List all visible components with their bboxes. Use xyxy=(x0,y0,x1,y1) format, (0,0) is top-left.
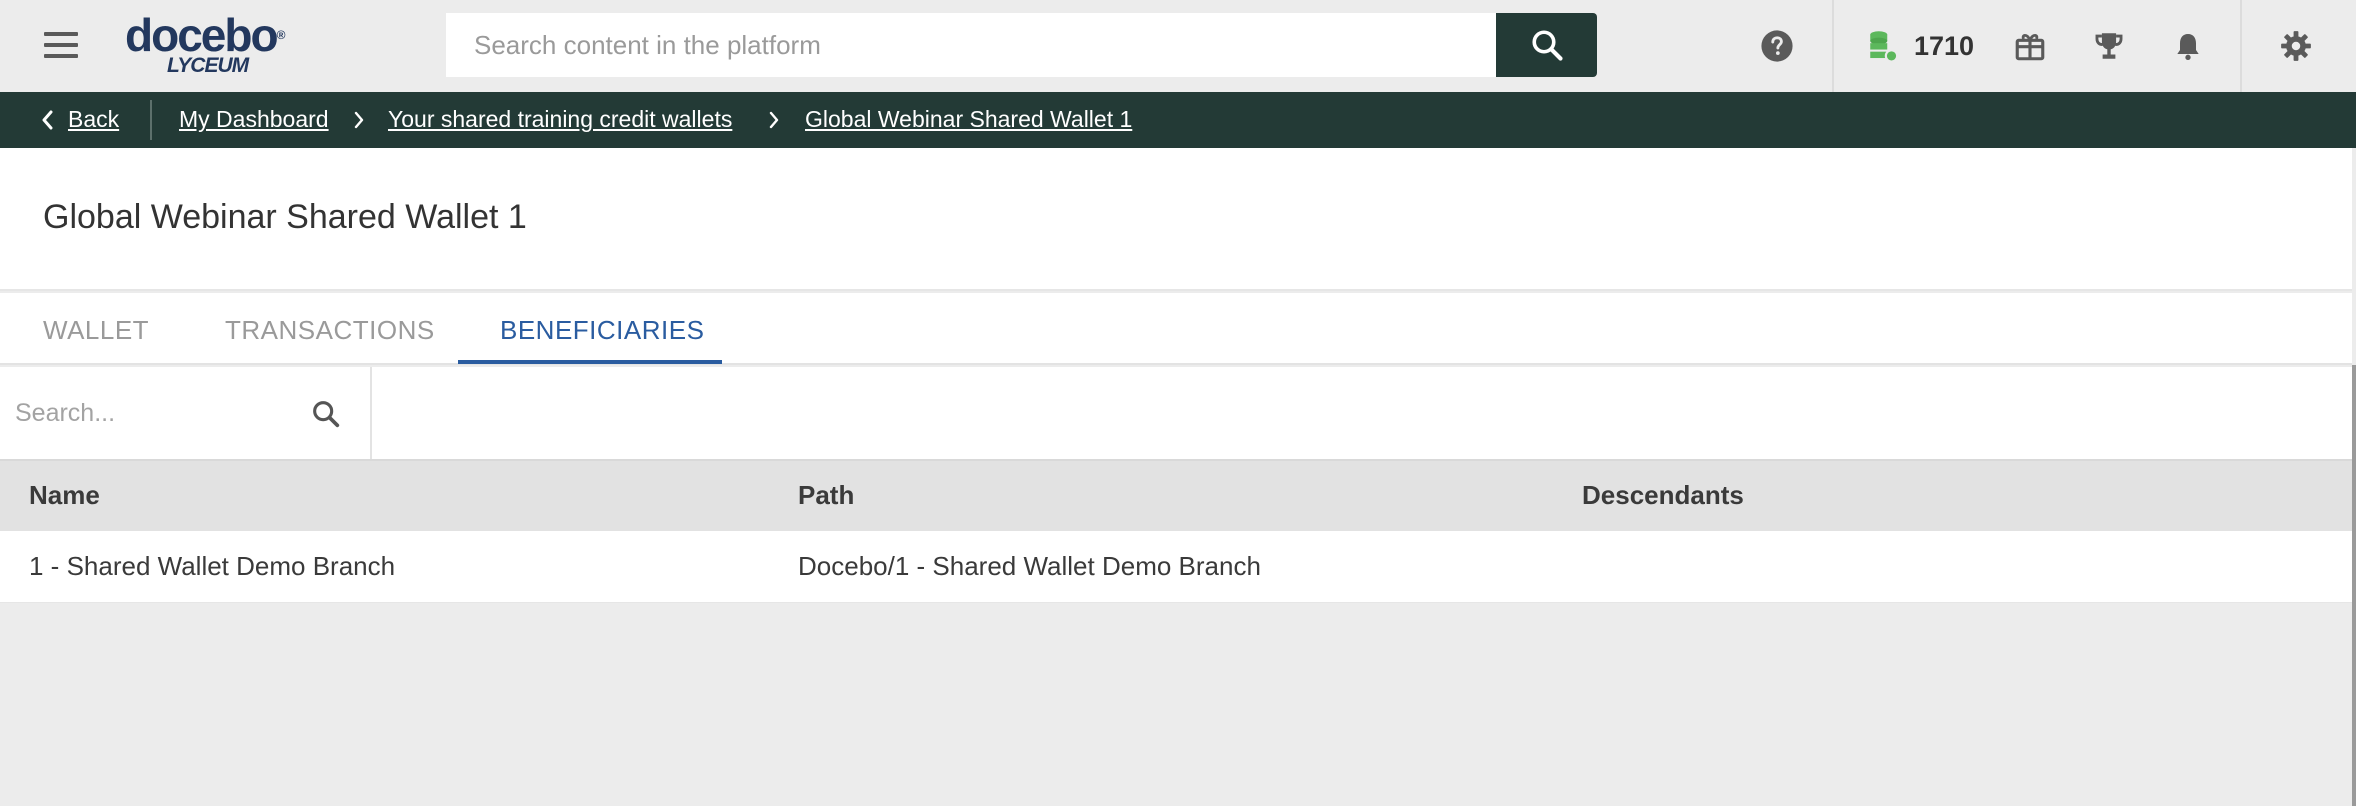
breadcrumb-link-wallets[interactable]: Your shared training credit wallets xyxy=(388,106,732,133)
divider xyxy=(2240,0,2242,92)
settings-icon[interactable] xyxy=(2277,27,2315,65)
title-section: Global Webinar Shared Wallet 1 xyxy=(0,148,2352,291)
beneficiaries-search-input[interactable] xyxy=(15,391,295,435)
breadcrumb-link-current[interactable]: Global Webinar Shared Wallet 1 xyxy=(805,106,1132,133)
table-row[interactable]: 1 - Shared Wallet Demo Branch Docebo/1 -… xyxy=(0,531,2352,603)
notifications-icon[interactable] xyxy=(2169,27,2207,65)
search-icon[interactable] xyxy=(309,397,343,431)
top-header: docebo® LYCEUM 1710 xyxy=(0,0,2356,92)
search-icon xyxy=(1531,30,1563,61)
search-button[interactable] xyxy=(1496,13,1597,77)
chevron-right-icon xyxy=(769,111,779,129)
beneficiaries-table: Name Path Descendants 1 - Shared Wallet … xyxy=(0,461,2352,603)
breadcrumb-link-dashboard[interactable]: My Dashboard xyxy=(179,106,329,133)
search-input[interactable] xyxy=(446,13,1496,77)
breadcrumb: Back My Dashboard Your shared training c… xyxy=(0,92,2356,148)
cell-name: 1 - Shared Wallet Demo Branch xyxy=(29,551,396,581)
trophy-icon[interactable] xyxy=(2090,27,2128,65)
credits-value: 1710 xyxy=(1914,30,1975,61)
filter-bar xyxy=(0,367,2352,461)
beneficiaries-search xyxy=(0,367,372,459)
tab-bar: WALLET TRANSACTIONS BENEFICIARIES xyxy=(0,293,2352,365)
table-header: Name Path Descendants xyxy=(0,461,2352,531)
divider xyxy=(1832,0,1834,92)
column-header-descendants[interactable]: Descendants xyxy=(1582,480,1744,511)
tab-transactions[interactable]: TRANSACTIONS xyxy=(225,315,435,346)
help-icon[interactable] xyxy=(1758,27,1796,65)
active-tab-indicator xyxy=(458,360,722,364)
back-button[interactable]: Back xyxy=(40,106,119,133)
gift-icon[interactable] xyxy=(2011,27,2049,65)
scrollbar[interactable] xyxy=(2352,365,2356,806)
chevron-left-icon xyxy=(42,110,53,129)
column-header-name[interactable]: Name xyxy=(29,480,100,511)
tab-beneficiaries[interactable]: BENEFICIARIES xyxy=(500,315,704,346)
credits-counter[interactable]: 1710 xyxy=(1866,24,1974,68)
menu-icon[interactable] xyxy=(44,32,78,60)
cell-path: Docebo/1 - Shared Wallet Demo Branch xyxy=(798,551,1261,581)
logo-subtitle: LYCEUM xyxy=(167,54,249,77)
logo[interactable]: docebo® LYCEUM xyxy=(125,12,295,77)
coins-icon xyxy=(1870,31,1899,63)
tab-wallet[interactable]: WALLET xyxy=(43,315,149,346)
breadcrumb-divider xyxy=(150,100,152,140)
page-title: Global Webinar Shared Wallet 1 xyxy=(43,198,527,236)
back-label: Back xyxy=(68,106,120,132)
column-header-path[interactable]: Path xyxy=(798,480,854,511)
chevron-right-icon xyxy=(354,111,364,129)
